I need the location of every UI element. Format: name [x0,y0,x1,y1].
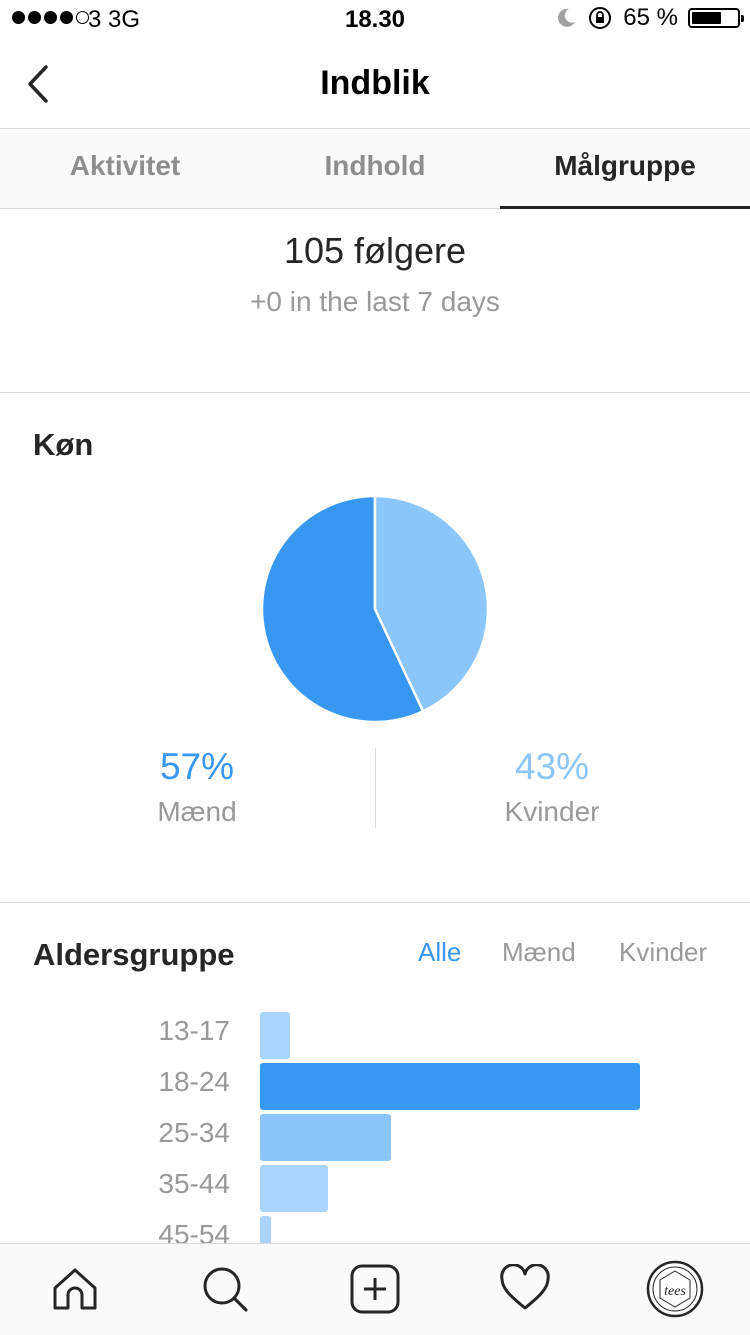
age-label: 18-24 [158,1066,230,1097]
profile-logo-text: tees [664,1284,686,1299]
age-bar-25-34 [260,1114,391,1161]
profile-avatar-icon[interactable]: tees [646,1260,704,1318]
age-label: 45-54 [158,1219,230,1243]
home-icon[interactable] [50,1264,100,1314]
age-label: 25-34 [158,1117,230,1148]
age-bar-45-54 [260,1216,271,1243]
heart-icon[interactable] [500,1264,550,1314]
age-bar-35-44 [260,1165,328,1212]
add-post-icon[interactable] [350,1264,400,1314]
age-bar-chart: 13-17 18-24 25-34 35-44 45-54 [0,0,750,1243]
search-icon[interactable] [200,1264,250,1314]
age-bar-18-24 [260,1063,640,1110]
age-bar-13-17 [260,1012,290,1059]
age-label: 35-44 [158,1168,230,1199]
age-label: 13-17 [158,1015,230,1046]
